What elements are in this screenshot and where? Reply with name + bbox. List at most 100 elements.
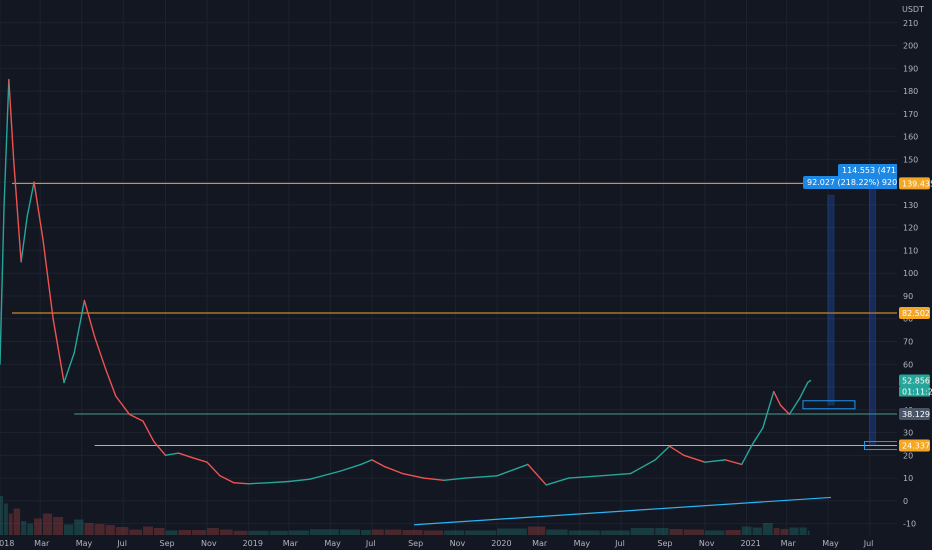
y-tick-label: 10	[903, 474, 913, 483]
price-segment	[63, 352, 75, 384]
countdown-label: 01:11:23	[902, 388, 932, 397]
price-segment	[600, 472, 632, 477]
price-segment	[206, 461, 221, 477]
volume-bar	[64, 524, 74, 535]
volume-bar	[762, 523, 773, 535]
price-segment	[52, 318, 65, 384]
price-segment	[191, 456, 208, 463]
y-tick-label: 120	[903, 224, 918, 233]
volume-bar	[752, 527, 762, 535]
volume-bar	[27, 523, 34, 535]
price-segment	[142, 420, 155, 443]
y-tick-label: 100	[903, 269, 918, 278]
x-tick-label: Jul	[365, 539, 376, 548]
trendline[interactable]	[414, 496, 831, 526]
price-chart[interactable]: 92.027 (218.22%) 92027114.553 (471.12%) …	[0, 0, 932, 550]
price-segment	[115, 395, 131, 416]
volume-bars	[0, 496, 810, 535]
volume-bar	[773, 528, 780, 535]
volume-bar	[42, 513, 53, 535]
price-segment	[384, 466, 404, 475]
x-tick-label: Jul	[614, 539, 625, 548]
price-segment	[33, 181, 44, 240]
horizontal-levels[interactable]	[12, 182, 897, 446]
volume-bar	[807, 530, 810, 535]
volume-bar	[34, 518, 42, 535]
volume-bar	[13, 508, 21, 535]
price-segment	[751, 427, 764, 445]
y-tick-label: 170	[903, 110, 918, 119]
volume-bar	[74, 519, 84, 535]
price-label: 24.337	[902, 441, 930, 450]
price-label: 82.502	[902, 309, 930, 318]
price-segment	[798, 381, 809, 400]
volume-bar	[269, 530, 288, 535]
price-label: 38.129	[902, 410, 930, 419]
price-segment	[153, 440, 167, 457]
volume-bar	[384, 529, 402, 535]
y-tick-label: 60	[903, 360, 913, 369]
volume-bar	[669, 529, 683, 535]
volume-bar	[360, 530, 371, 535]
volume-bar	[630, 528, 655, 535]
price-segment	[704, 459, 727, 463]
x-tick-label: Mar	[781, 539, 797, 548]
volume-bar	[371, 529, 384, 535]
volume-bar	[527, 526, 546, 535]
price-segment	[42, 238, 54, 320]
measure-bar[interactable]	[827, 194, 835, 406]
price-segment	[26, 181, 35, 217]
x-axis[interactable]: 2018 Mar May Jul Sep Nov 2019 Mar May Jul Sep Nov 20…	[0, 535, 932, 550]
y-tick-label: 200	[903, 42, 918, 51]
y-tick-label: 0	[903, 497, 908, 506]
volume-bar	[207, 528, 219, 535]
price-segment	[288, 478, 311, 483]
volume-bar	[423, 530, 444, 535]
price-segment	[73, 299, 86, 354]
x-tick-label: Nov	[201, 539, 217, 548]
y-axis[interactable]: USDT -1001020304050607080901001101201301…	[897, 0, 932, 535]
x-tick-label: 2018	[0, 539, 14, 548]
volume-bar	[192, 530, 207, 535]
volume-bar	[0, 496, 4, 535]
volume-bar	[799, 527, 807, 535]
price-segment	[496, 463, 529, 477]
volume-bar	[683, 529, 704, 535]
measure-label: 92.027 (218.22%) 92027	[807, 178, 907, 187]
volume-bar	[84, 523, 94, 535]
price-segment	[773, 390, 782, 406]
volume-bar	[780, 529, 789, 535]
y-tick-label: 30	[903, 429, 913, 438]
x-tick-label: Nov	[450, 539, 466, 548]
x-tick-label: Mar	[283, 539, 299, 548]
volume-bar	[165, 530, 178, 535]
volume-bar	[105, 525, 115, 535]
price-segment	[683, 454, 706, 463]
price-segment	[0, 204, 5, 365]
price-segment	[247, 481, 271, 485]
volume-bar	[153, 528, 165, 535]
volume-bar	[497, 528, 527, 535]
grid	[0, 0, 897, 535]
volume-bar	[546, 529, 568, 535]
price-segment	[269, 480, 290, 484]
volume-bar	[115, 527, 129, 535]
price-segment	[232, 481, 250, 485]
x-tick-label: Jul	[863, 539, 874, 548]
price-segment	[527, 463, 547, 486]
volume-bar	[339, 529, 360, 535]
volume-bar	[4, 503, 8, 535]
trendline-group[interactable]	[414, 496, 831, 526]
price-segment	[20, 215, 28, 263]
measure-bar[interactable]	[868, 184, 876, 447]
volume-bar	[704, 530, 725, 535]
price-segment	[545, 477, 570, 486]
y-tick-label: 20	[903, 451, 913, 460]
volume-bar	[600, 530, 630, 535]
volume-bar	[178, 530, 192, 535]
price-label: 139.435	[902, 179, 932, 188]
price-segment	[654, 445, 671, 461]
price-segment	[401, 472, 425, 479]
price-segment	[724, 459, 743, 466]
volume-bar	[143, 526, 153, 535]
